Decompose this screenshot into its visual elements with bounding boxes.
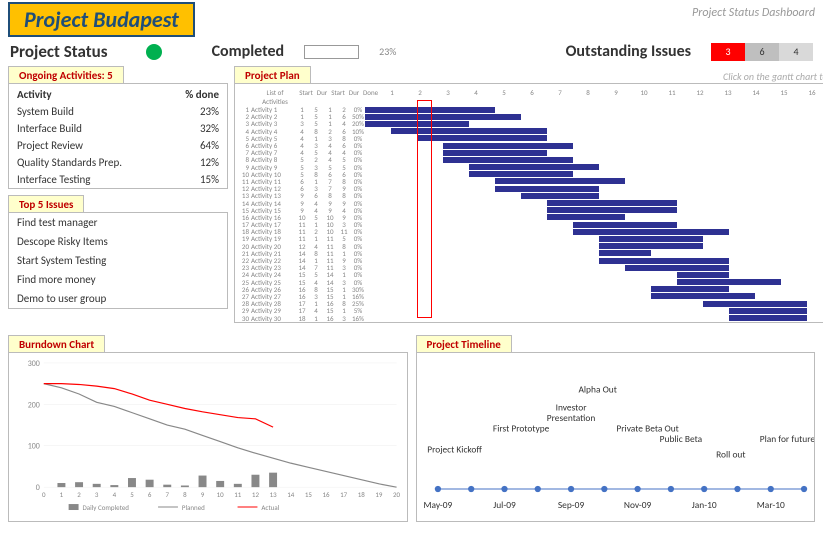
col-pct: % done — [185, 88, 219, 101]
svg-text:First Prototype: First Prototype — [492, 422, 549, 434]
issue-chip[interactable]: 4 — [779, 43, 813, 61]
svg-text:9: 9 — [201, 490, 205, 499]
top-issues-panel: Find test managerDescope Risky ItemsStar… — [8, 212, 228, 309]
burndown-chart[interactable]: 0100200300012345678910111213141516171819… — [8, 352, 408, 522]
svg-text:200: 200 — [28, 400, 40, 410]
gantt-row: 30Activity 30 181 163 16% — [239, 314, 823, 321]
svg-text:Nov-09: Nov-09 — [623, 499, 651, 511]
page-subtitle: Project Status Dashboard — [692, 2, 815, 20]
issue-row: Find test manager — [9, 213, 227, 232]
activity-row: Project Review64% — [9, 137, 227, 154]
burndown-tab[interactable]: Burndown Chart — [8, 335, 105, 353]
project-status-label: Project Status — [10, 41, 108, 62]
svg-text:5: 5 — [130, 490, 134, 499]
svg-text:300: 300 — [28, 359, 40, 369]
status-dot-icon — [146, 44, 162, 60]
svg-text:7: 7 — [165, 490, 169, 499]
completed-pct: 23% — [379, 45, 396, 58]
svg-text:Actual: Actual — [261, 503, 279, 512]
svg-text:18: 18 — [358, 490, 366, 499]
ongoing-activities-tab[interactable]: Ongoing Activities: 5 — [8, 66, 124, 84]
issue-row: Descope Risky Items — [9, 232, 227, 251]
timeline-chart[interactable]: May-09 Jul-09 Sep-09 Nov-09 Jan-10 Mar-10 Proj… — [416, 352, 816, 522]
outstanding-issues-label: Outstanding Issues — [566, 42, 691, 61]
col-activity: Activity — [17, 88, 52, 101]
completed-progressbar — [304, 45, 359, 59]
issue-row: Demo to user group — [9, 289, 227, 308]
svg-text:19: 19 — [375, 490, 383, 499]
svg-text:Roll out: Roll out — [716, 449, 745, 461]
svg-text:8: 8 — [183, 490, 187, 499]
issue-row: Start System Testing — [9, 251, 227, 270]
svg-text:17: 17 — [340, 490, 348, 499]
svg-text:0: 0 — [42, 490, 46, 499]
issue-chip[interactable]: 6 — [745, 43, 779, 61]
svg-text:Project Kickoff: Project Kickoff — [427, 443, 482, 455]
ongoing-activities-panel: Activity % done System Build23%Interface… — [8, 83, 228, 189]
svg-text:14: 14 — [287, 490, 295, 499]
svg-text:Mar-10: Mar-10 — [756, 499, 784, 511]
svg-text:0: 0 — [36, 483, 40, 493]
completed-label: Completed — [212, 42, 285, 61]
svg-text:1: 1 — [60, 490, 64, 499]
activity-row: Interface Testing15% — [9, 171, 227, 188]
issue-chip[interactable]: 3 — [711, 43, 745, 61]
timeline-tab[interactable]: Project Timeline — [416, 335, 512, 353]
activity-row: Interface Build32% — [9, 120, 227, 137]
gantt-hint: Click on the gantt chart to see it in de… — [723, 70, 823, 83]
svg-text:100: 100 — [28, 442, 40, 452]
svg-text:Alpha Out: Alpha Out — [578, 384, 616, 396]
svg-text:4: 4 — [113, 490, 117, 499]
svg-text:6: 6 — [148, 490, 152, 499]
svg-text:Public Beta: Public Beta — [659, 433, 701, 445]
svg-text:11: 11 — [234, 490, 242, 499]
activity-row: Quality Standards Prep.12% — [9, 154, 227, 171]
issue-row: Find more money — [9, 270, 227, 289]
svg-text:20: 20 — [393, 490, 401, 499]
svg-text:Plan for future: Plan for future — [759, 433, 814, 445]
project-title: Project Budapest — [8, 2, 195, 37]
svg-text:Sep-09: Sep-09 — [557, 499, 584, 511]
svg-text:10: 10 — [217, 490, 225, 499]
gantt-chart[interactable]: List of ActivitiesStartDurStartDurDone12… — [234, 83, 823, 323]
project-plan-tab[interactable]: Project Plan — [234, 66, 311, 84]
svg-text:Jul-09: Jul-09 — [493, 499, 516, 511]
svg-text:Daily Completed: Daily Completed — [83, 503, 130, 512]
svg-text:Planned: Planned — [182, 503, 205, 512]
svg-text:15: 15 — [305, 490, 313, 499]
svg-text:2: 2 — [77, 490, 81, 499]
svg-text:Jan-10: Jan-10 — [691, 499, 716, 511]
svg-text:12: 12 — [252, 490, 260, 499]
svg-text:13: 13 — [270, 490, 278, 499]
top-issues-tab[interactable]: Top 5 Issues — [8, 195, 84, 213]
svg-text:3: 3 — [95, 490, 99, 499]
svg-text:May-09: May-09 — [423, 499, 452, 511]
activity-row: System Build23% — [9, 103, 227, 120]
svg-text:16: 16 — [322, 490, 330, 499]
svg-text:Presentation: Presentation — [546, 412, 595, 424]
